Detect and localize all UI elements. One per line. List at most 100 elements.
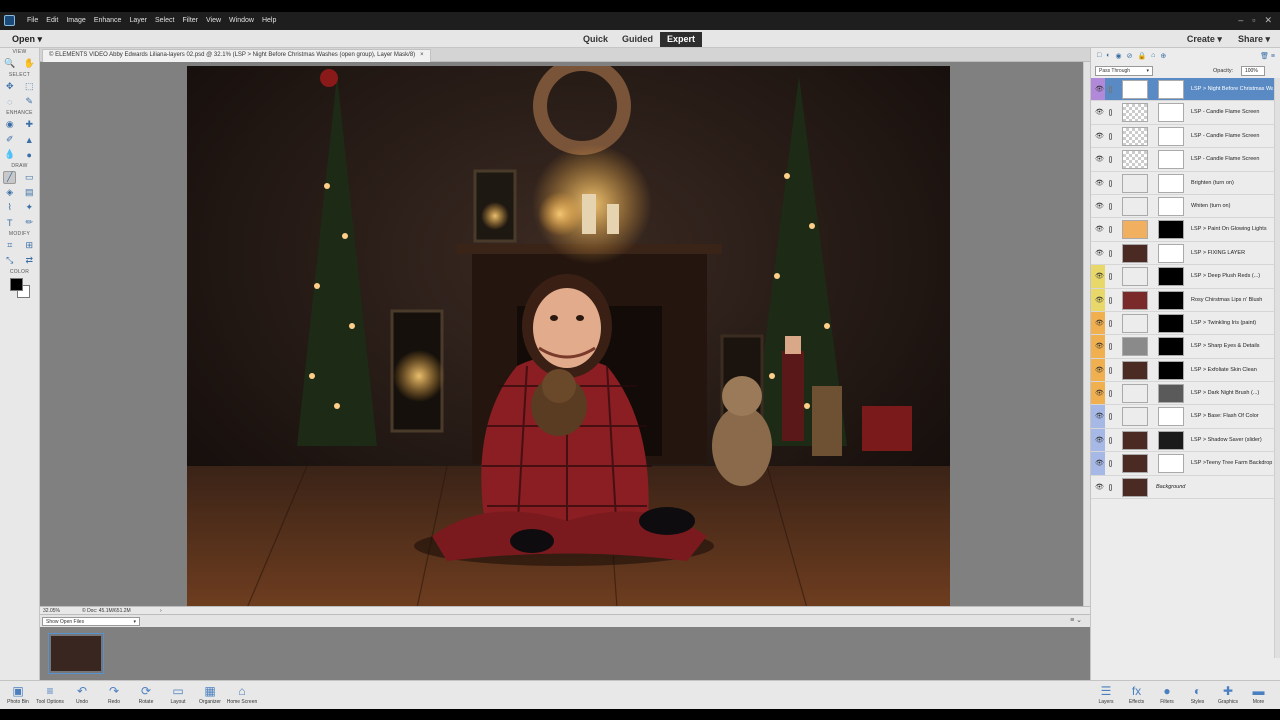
undo-button[interactable]: ↶ Undo <box>65 683 99 705</box>
layer-action-icon-3[interactable]: ⊘ <box>1127 52 1133 60</box>
eye-icon[interactable]: ◉ <box>3 118 16 131</box>
eye-icon[interactable]: 👁 <box>1095 85 1104 93</box>
layout-button[interactable]: ▭ Layout <box>161 683 195 705</box>
layer-mask-thumbnail[interactable] <box>1158 454 1184 474</box>
minimize-icon[interactable]: – <box>1238 15 1243 26</box>
layer-action-icon-4[interactable]: 🔒 <box>1137 52 1146 60</box>
layer-mask-thumbnail[interactable] <box>1158 337 1184 357</box>
eye-icon[interactable]: 👁 <box>1095 155 1104 163</box>
layer-mask-thumbnail[interactable] <box>1158 290 1184 310</box>
layer-mask-thumbnail[interactable] <box>1158 430 1184 450</box>
layer-mask-thumbnail[interactable] <box>1158 103 1184 123</box>
straighten-icon[interactable]: ⤡ <box>3 254 16 267</box>
gradient-icon[interactable]: ▤ <box>23 186 36 199</box>
blur-icon[interactable]: 💧 <box>3 148 16 161</box>
blend-mode-select[interactable]: Pass Through ▾ <box>1095 66 1153 76</box>
home-screen-button[interactable]: ⌂ Home Screen <box>225 683 259 705</box>
link-icon[interactable] <box>1109 249 1112 257</box>
menu-layer[interactable]: Layer <box>129 17 147 24</box>
layers-scrollbar[interactable] <box>1274 78 1280 658</box>
eye-icon[interactable]: 👁 <box>1095 272 1104 280</box>
lasso-icon[interactable]: ◌ <box>3 95 16 108</box>
link-icon[interactable] <box>1109 132 1112 140</box>
eraser-icon[interactable]: ▭ <box>23 171 36 184</box>
layer-row[interactable]: 👁 LSP > Paint On Glowing Lights <box>1091 218 1274 242</box>
link-icon[interactable] <box>1109 109 1112 117</box>
filters-button[interactable]: ● Filters <box>1150 683 1184 705</box>
eye-icon[interactable]: 👁 <box>1095 132 1104 140</box>
layer-row[interactable]: 👁 LSP >Teeny Tree Farm Backdrop <box>1091 452 1274 476</box>
layer-row[interactable]: 👁 LSP > Night Before Christmas Washes <box>1091 78 1274 102</box>
layer-action-icon-1[interactable]: ◐ <box>1106 52 1110 60</box>
eye-icon[interactable]: 👁 <box>1095 296 1104 304</box>
menu-window[interactable]: Window <box>229 17 254 24</box>
custom-shape-icon[interactable]: ✦ <box>23 201 36 214</box>
canvas-area[interactable] <box>40 62 1083 608</box>
layer-row[interactable]: 👁 LSP > Twinkling Iris (paint) <box>1091 311 1274 336</box>
menu-file[interactable]: File <box>27 17 38 24</box>
more-button[interactable]: ▬ More <box>1242 683 1276 705</box>
graphics-button[interactable]: ✚ Graphics <box>1211 683 1245 705</box>
styles-button[interactable]: ◐ Styles <box>1181 683 1215 705</box>
crop-icon[interactable]: ⌗ <box>3 239 16 252</box>
layer-mask-thumbnail[interactable] <box>1158 267 1184 287</box>
layer-mask-thumbnail[interactable] <box>1158 173 1184 193</box>
link-icon[interactable] <box>1109 156 1112 164</box>
foreground-color-swatch[interactable] <box>10 278 23 291</box>
eye-icon[interactable]: 👁 <box>1095 179 1104 187</box>
eye-icon[interactable]: 👁 <box>1095 483 1104 491</box>
brush-icon[interactable]: ╱ <box>3 171 17 184</box>
layer-action-icon-2[interactable]: ◉ <box>1115 52 1121 60</box>
layer-mask-thumbnail[interactable] <box>1158 360 1184 380</box>
layer-mask-thumbnail[interactable] <box>1158 126 1184 146</box>
layer-row[interactable]: 👁 Whiten (turn on) <box>1091 194 1274 219</box>
eye-icon[interactable]: 👁 <box>1095 202 1104 210</box>
layer-row[interactable]: 👁 LSP - Candle Flame Screen <box>1091 148 1274 172</box>
opacity-field[interactable]: 100% <box>1241 66 1265 76</box>
eye-icon[interactable]: 👁 <box>1095 436 1104 444</box>
link-icon[interactable] <box>1109 202 1112 210</box>
link-icon[interactable] <box>1109 390 1112 398</box>
layer-row[interactable]: 👁 LSP - Candle Flame Screen <box>1091 101 1274 125</box>
bin-options-icon[interactable]: ≡ ⌄ <box>1070 616 1082 624</box>
menu-image[interactable]: Image <box>66 17 85 24</box>
open-file-thumbnail[interactable] <box>48 633 104 674</box>
menu-view[interactable]: View <box>206 17 221 24</box>
link-icon[interactable] <box>1109 226 1112 234</box>
content-move-icon[interactable]: ⇄ <box>23 254 36 267</box>
close-icon[interactable]: × <box>420 52 424 58</box>
link-icon[interactable] <box>1109 413 1112 421</box>
type-icon[interactable]: T <box>3 216 16 229</box>
trash-icon[interactable]: 🗑 <box>1260 53 1269 60</box>
recompose-icon[interactable]: ⊞ <box>23 239 36 252</box>
eye-icon[interactable]: 👁 <box>1095 249 1104 257</box>
layer-action-icon-0[interactable]: □ <box>1097 52 1101 60</box>
layers-button[interactable]: ☰ Layers <box>1089 683 1123 705</box>
eye-icon[interactable]: 👁 <box>1095 319 1104 327</box>
redo-button[interactable]: ↷ Redo <box>97 683 131 705</box>
layer-action-icon-5[interactable]: ⌂ <box>1151 52 1155 60</box>
quick-select-icon[interactable]: ✎ <box>23 95 36 108</box>
menu-filter[interactable]: Filter <box>182 17 198 24</box>
eye-icon[interactable]: 👁 <box>1095 389 1104 397</box>
layer-row[interactable]: 👁 LSP > Base: Flash Of Color <box>1091 405 1274 429</box>
layer-mask-thumbnail[interactable] <box>1158 220 1184 240</box>
paint-bucket-icon[interactable]: ◈ <box>3 186 16 199</box>
zoom-icon[interactable]: 🔍 <box>3 57 16 70</box>
layer-row[interactable]: 👁 Brighten (turn on) <box>1091 171 1274 195</box>
pencil-icon[interactable]: ✏ <box>23 216 36 229</box>
maximize-icon[interactable]: ▫ <box>1252 15 1255 26</box>
smart-brush-icon[interactable]: ✐ <box>3 133 16 146</box>
layer-row[interactable]: 👁 LSP > FIXING LAYER <box>1091 241 1274 266</box>
layer-mask-thumbnail[interactable] <box>1158 384 1184 404</box>
spot-heal-icon[interactable]: ✚ <box>23 118 36 131</box>
organizer-button[interactable]: ▦ Organizer <box>193 683 227 705</box>
layer-action-icon-6[interactable]: ⊕ <box>1160 52 1166 60</box>
menu-edit[interactable]: Edit <box>46 17 58 24</box>
panel-menu-icon[interactable]: ≡ <box>1271 53 1275 60</box>
hand-icon[interactable]: ✋ <box>23 57 36 70</box>
show-open-files-dropdown[interactable]: Show Open Files ▾ <box>42 617 140 626</box>
menu-enhance[interactable]: Enhance <box>94 17 122 24</box>
link-icon[interactable] <box>1109 483 1112 491</box>
marquee-icon[interactable]: ⬚ <box>23 80 36 93</box>
